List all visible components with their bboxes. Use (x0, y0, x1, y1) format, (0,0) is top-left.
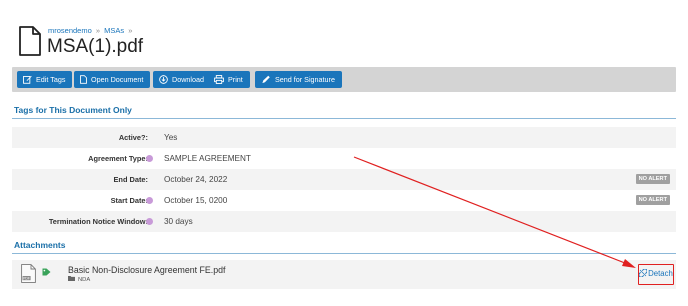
edit-icon (23, 75, 32, 84)
detach-button[interactable]: Detach (638, 264, 674, 285)
edit-tags-label: Edit Tags (36, 75, 66, 84)
tag-color-dot (146, 218, 153, 225)
tag-row-termination-notice: Termination Notice Window: 30 days (12, 211, 676, 232)
tag-label: Active?: (118, 133, 148, 142)
tag-row-end-date: End Date: October 24, 2022 NO ALERT (12, 169, 676, 190)
breadcrumb: mrosendemo » MSAs » (48, 26, 134, 35)
tag-row-active: Active?: Yes (12, 127, 676, 148)
breadcrumb-item-mrosendemo[interactable]: mrosendemo (48, 26, 92, 35)
tag-row-agreement-type: Agreement Type: SAMPLE AGREEMENT (12, 148, 676, 169)
attachment-tag-label: NDA (78, 277, 91, 283)
tag-value: October 24, 2022 (164, 175, 228, 184)
pdf-file-icon[interactable]: PDF (21, 264, 36, 283)
tag-color-dot (146, 155, 153, 162)
unlink-icon (638, 268, 648, 278)
pen-icon (262, 75, 270, 83)
section-divider (12, 253, 676, 254)
attachment-tag: NDA (68, 276, 91, 283)
edit-tags-button[interactable]: Edit Tags (17, 71, 73, 88)
print-label: Print (228, 75, 243, 84)
tag-value: 30 days (164, 217, 193, 226)
folder-icon (68, 276, 75, 282)
tag-value: SAMPLE AGREEMENT (164, 154, 251, 163)
open-document-label: Open Document (91, 75, 144, 84)
no-alert-badge[interactable]: NO ALERT (635, 174, 670, 184)
tag-color-dot (146, 197, 153, 204)
tag-label: Termination Notice Window: (48, 217, 148, 226)
attachment-row: PDF Basic Non-Disclosure Agreement FE.pd… (12, 260, 676, 289)
attachments-section-title: Attachments (14, 240, 66, 250)
tag-row-start-date: Start Date: October 15, 0200 NO ALERT (12, 190, 676, 211)
tag-value: Yes (164, 133, 178, 142)
tag-icon[interactable] (42, 268, 51, 276)
document-toolbar: Edit Tags Open Document Download Print S… (12, 67, 676, 92)
download-label: Download (172, 75, 204, 84)
section-divider (12, 118, 676, 119)
print-button[interactable]: Print (208, 71, 250, 88)
download-icon (159, 74, 168, 84)
open-document-button[interactable]: Open Document (74, 71, 151, 88)
breadcrumb-separator: » (128, 26, 133, 35)
printer-icon (214, 74, 224, 84)
page-title: MSA(1).pdf (47, 36, 144, 57)
svg-text:PDF: PDF (23, 276, 30, 280)
tag-label: Start Date: (110, 196, 148, 205)
attachment-filename[interactable]: Basic Non-Disclosure Agreement FE.pdf (68, 265, 225, 275)
send-for-signature-label: Send for Signature (275, 75, 335, 84)
tags-section-title: Tags for This Document Only (14, 105, 132, 115)
breadcrumb-separator: » (95, 26, 101, 35)
download-button[interactable]: Download (153, 71, 211, 88)
tag-value: October 15, 0200 (164, 196, 228, 205)
tag-label: End Date: (113, 175, 149, 184)
send-for-signature-button[interactable]: Send for Signature (255, 71, 342, 88)
no-alert-badge[interactable]: NO ALERT (635, 195, 670, 205)
breadcrumb-item-msas[interactable]: MSAs (104, 26, 124, 35)
document-icon (80, 74, 87, 84)
tag-label: Agreement Type: (88, 154, 148, 163)
detach-label: Detach (648, 269, 673, 278)
document-icon (19, 26, 41, 56)
